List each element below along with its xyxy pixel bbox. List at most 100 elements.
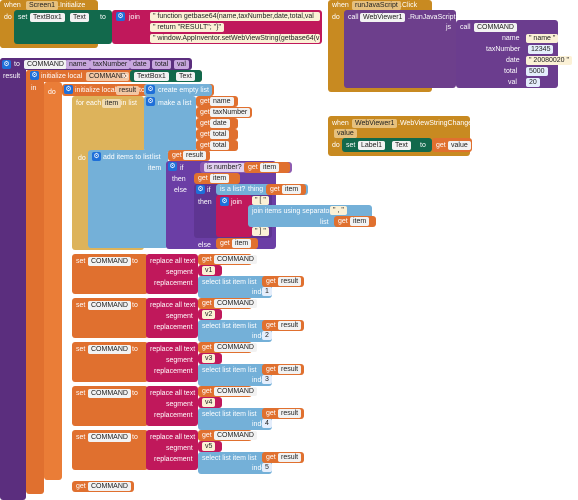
procedure-mutator-gear-icon[interactable]: ⚙ [2, 60, 11, 69]
replacement-label: replacement [154, 280, 193, 287]
segment-string[interactable]: v4 [202, 398, 216, 407]
get-result-field[interactable]: result [278, 321, 302, 330]
select-list-item-label: select list item [202, 455, 246, 462]
button-component-dropdown[interactable]: runJavaScript [352, 1, 401, 10]
param-date[interactable]: date [130, 60, 150, 69]
list-label: list [248, 367, 257, 374]
to-label: to [132, 346, 138, 353]
result-command-field[interactable]: COMMAND [88, 482, 131, 491]
screen-component-dropdown[interactable]: Screen1 [26, 1, 59, 10]
label-text-property-dropdown[interactable]: Text [392, 141, 411, 150]
segment-string[interactable]: v3 [202, 354, 216, 363]
replacement-label: replacement [154, 456, 193, 463]
index-number[interactable]: 3 [262, 375, 272, 384]
webviewer-component-dropdown[interactable]: WebViewer1 [360, 13, 406, 22]
separator-string[interactable]: " , " [330, 206, 347, 215]
total-arg-number[interactable]: 5000 [526, 67, 548, 76]
segment-label: segment [166, 357, 193, 364]
if-gear-icon[interactable]: ⚙ [168, 162, 177, 171]
to-label: to [132, 302, 138, 309]
get-command-field[interactable]: COMMAND [214, 343, 257, 352]
replace-all-label: replace all text [150, 302, 196, 309]
get-label: get [266, 278, 276, 285]
join-gear-icon[interactable]: ⚙ [220, 197, 229, 206]
get-result-field[interactable]: result [278, 277, 302, 286]
set-command-field[interactable]: COMMAND [88, 301, 131, 310]
make-list-gear-icon[interactable]: ⚙ [146, 97, 155, 106]
date-arg-string[interactable]: " 20080020 " [526, 56, 573, 65]
val-arg-number[interactable]: 20 [526, 78, 540, 87]
create-list-gear-icon[interactable]: ⚙ [146, 85, 155, 94]
return-result-string[interactable]: " return "RESULT"; "}" [150, 23, 224, 32]
set-command-field[interactable]: COMMAND [88, 257, 131, 266]
index-number[interactable]: 4 [262, 419, 272, 428]
to-label: to [132, 390, 138, 397]
set-command-field[interactable]: COMMAND [88, 433, 131, 442]
get-label: get [266, 322, 276, 329]
get-label: get [202, 432, 212, 439]
get-label: get [202, 300, 212, 307]
mutator-gear-icon[interactable]: ⚙ [116, 12, 125, 21]
to-label: to [132, 258, 138, 265]
label-component-dropdown[interactable]: Label1 [358, 141, 386, 150]
param-total[interactable]: total [152, 60, 172, 69]
get-label: get [266, 410, 276, 417]
index-number[interactable]: 5 [262, 463, 272, 472]
replacement-label: replacement [154, 368, 193, 375]
set-command-field[interactable]: COMMAND [88, 389, 131, 398]
set-label: set [76, 434, 86, 441]
set-label-text-block[interactable] [342, 138, 432, 152]
when-label: when [4, 2, 21, 9]
segment-string[interactable]: v5 [202, 442, 216, 451]
get-result-field[interactable]: result [278, 409, 302, 418]
close-bracket-string[interactable]: " ] " [252, 227, 269, 236]
segment-string[interactable]: v1 [202, 266, 216, 275]
local-result-gear-icon[interactable]: ⚙ [64, 85, 73, 94]
textbox-getter-dropdown[interactable]: TextBox1 [134, 72, 169, 81]
segment-label: segment [166, 313, 193, 320]
local-result-field[interactable]: result [116, 86, 140, 95]
set-label: set [76, 302, 86, 309]
param-name[interactable]: name [66, 60, 90, 69]
list-label: list [248, 455, 257, 462]
replacement-label: replacement [154, 412, 193, 419]
textbox-getter-prop[interactable]: Text [176, 72, 195, 81]
param-val[interactable]: val [174, 60, 189, 69]
js-function-string[interactable]: " function getbase64(name,taxNumber,date… [150, 12, 320, 21]
get-command-field[interactable]: COMMAND [214, 431, 257, 440]
get-command-field[interactable]: COMMAND [214, 299, 257, 308]
name-arg-string[interactable]: " name " [526, 34, 559, 43]
index-number[interactable]: 1 [262, 287, 272, 296]
get-result-field[interactable]: result [278, 365, 302, 374]
set-command-field[interactable]: COMMAND [88, 345, 131, 354]
blocks-workspace[interactable]: when Screen1 .Initialize do set TextBox1… [0, 0, 578, 500]
get-command-field[interactable]: COMMAND [214, 387, 257, 396]
is-number-dropdown[interactable]: is number? [204, 163, 245, 172]
for-each-item-field[interactable]: item [102, 99, 122, 108]
index-number[interactable]: 2 [262, 331, 272, 340]
command-procedure-dropdown[interactable]: COMMAND [474, 23, 517, 32]
open-bracket-string[interactable]: " [ " [252, 196, 269, 205]
set-webview-string[interactable]: " window.AppInventor.setWebViewString(ge… [150, 34, 320, 43]
taxnumber-arg-number[interactable]: 12345 [528, 45, 554, 54]
webviewer-event-dropdown[interactable]: WebViewer1 [352, 119, 398, 128]
get-label: get [266, 366, 276, 373]
procedure-name-field[interactable]: COMMAND [24, 60, 67, 69]
command-procedure-block[interactable] [0, 58, 26, 500]
textbox-component-dropdown[interactable]: TextBox1 [30, 13, 65, 22]
replace-all-label: replace all text [150, 346, 196, 353]
list-label: list [248, 411, 257, 418]
nested-if-gear-icon[interactable]: ⚙ [196, 185, 205, 194]
get-label: get [266, 454, 276, 461]
text-property-dropdown[interactable]: Text [70, 13, 89, 22]
segment-string[interactable]: v2 [202, 310, 216, 319]
param-taxnumber[interactable]: taxNumber [90, 60, 131, 69]
value-param[interactable]: value [334, 129, 357, 138]
value-var-dropdown[interactable]: value [448, 141, 471, 150]
to-label: to [132, 434, 138, 441]
get-result-field[interactable]: result [278, 453, 302, 462]
local-gear-icon[interactable]: ⚙ [30, 71, 39, 80]
get-command-field[interactable]: COMMAND [214, 255, 257, 264]
get-label: get [202, 256, 212, 263]
add-items-gear-icon[interactable]: ⚙ [92, 152, 101, 161]
